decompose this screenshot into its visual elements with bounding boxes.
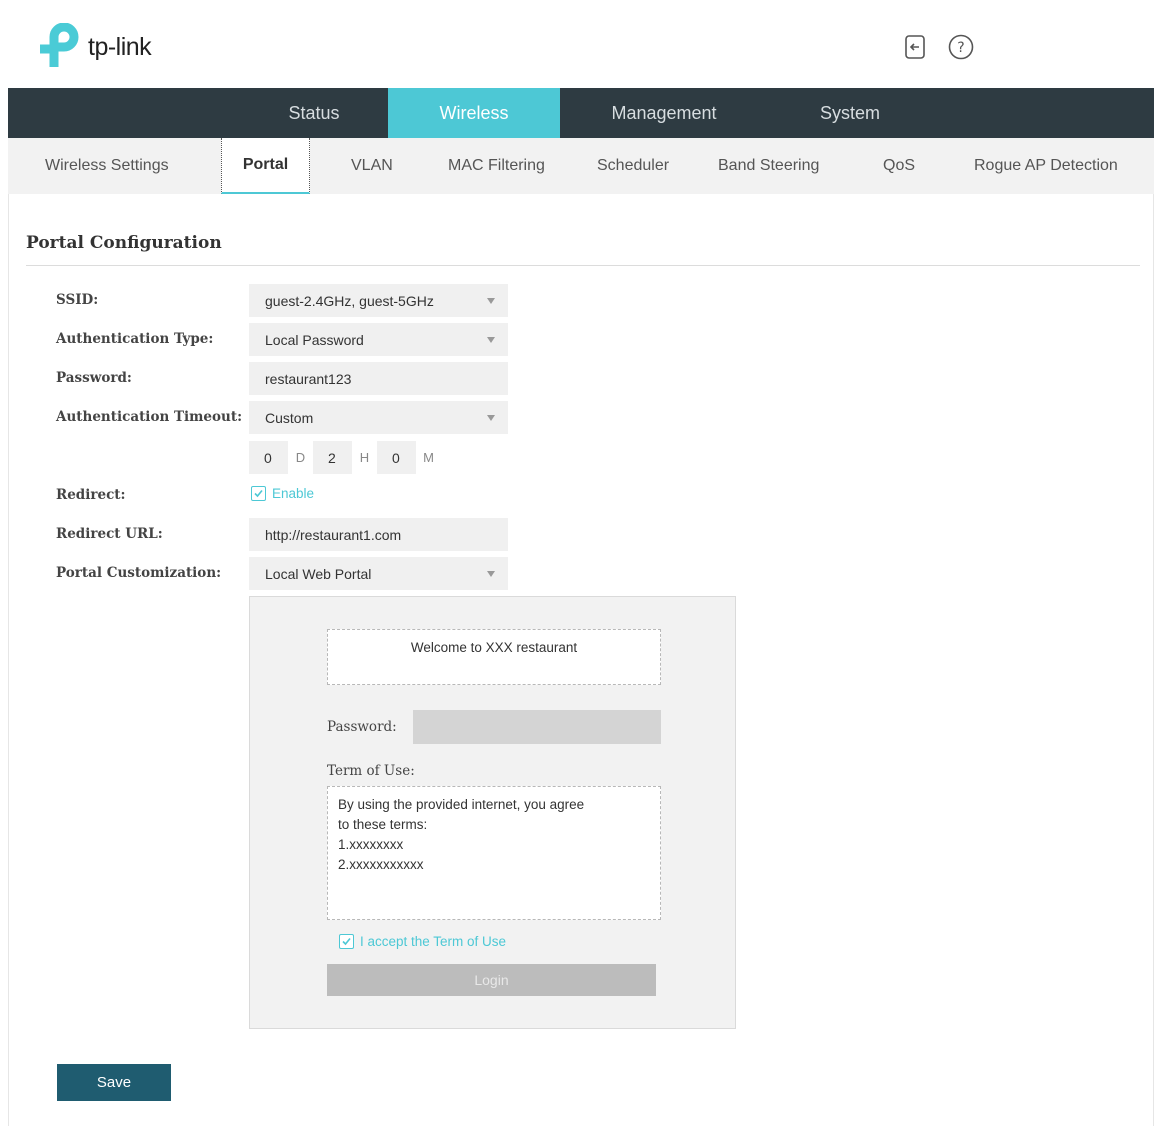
chevron-down-icon [487,298,495,304]
terms-text-box[interactable]: By using the provided internet, you agre… [327,786,661,920]
main-nav: Status Wireless Management System [8,88,1154,138]
tp-link-logo-icon [40,23,79,67]
tab-wireless-settings[interactable]: Wireless Settings [45,138,169,194]
save-button[interactable]: Save [57,1064,171,1101]
ssid-value: guest-2.4GHz, guest-5GHz [265,292,434,309]
section-title: Portal Configuration [26,233,222,253]
password-input[interactable]: restaurant123 [249,362,508,395]
tab-vlan[interactable]: VLAN [351,138,393,194]
checkbox-checked-icon [251,486,266,501]
auth-timeout-value: Custom [265,409,314,426]
terms-line: 2.xxxxxxxxxxx [338,857,424,872]
hours-input[interactable]: 2 [313,441,352,474]
portal-customization-select[interactable]: Local Web Portal [249,557,508,590]
ssid-select[interactable]: guest-2.4GHz, guest-5GHz [249,284,508,317]
chevron-down-icon [487,571,495,577]
tab-band-steering[interactable]: Band Steering [718,138,819,194]
auth-type-label: Authentication Type: [56,331,214,347]
nav-management[interactable]: Management [560,88,768,138]
custom-timeout-row: 0 D 2 H 0 M [249,441,441,474]
hours-unit: H [359,450,370,465]
section-divider [26,265,1140,266]
portal-customization-value: Local Web Portal [265,565,372,582]
minutes-unit: M [423,450,434,465]
svg-text:?: ? [957,40,964,56]
header: tp-link ? [8,0,1154,88]
accept-terms-checkbox[interactable]: I accept the Term of Use [339,934,506,949]
login-button[interactable]: Login [327,964,656,996]
portal-preview: Welcome to XXX restaurant Password: Term… [249,596,736,1029]
terms-line: 1.xxxxxxxx [338,837,404,852]
tab-mac-filtering[interactable]: MAC Filtering [448,138,545,194]
logo-text: tp-link [88,32,152,61]
terms-line: to these terms: [338,817,428,832]
tab-rogue-ap-detection[interactable]: Rogue AP Detection [974,138,1118,194]
chevron-down-icon [487,415,495,421]
auth-type-select[interactable]: Local Password [249,323,508,356]
preview-password-label: Password: [327,719,397,735]
checkbox-checked-icon [339,934,354,949]
logout-icon[interactable] [902,33,928,61]
terms-label: Term of Use: [327,763,415,779]
auth-timeout-select[interactable]: Custom [249,401,508,434]
minutes-input[interactable]: 0 [377,441,416,474]
nav-system[interactable]: System [768,88,932,138]
portal-customization-label: Portal Customization: [56,565,222,581]
welcome-message-box[interactable]: Welcome to XXX restaurant [327,629,661,685]
password-value: restaurant123 [265,370,352,387]
nav-status[interactable]: Status [240,88,388,138]
redirect-url-value: http://restaurant1.com [265,526,402,543]
redirect-enable-checkbox[interactable]: Enable [251,486,314,501]
password-label: Password: [56,370,132,386]
redirect-label: Redirect: [56,487,126,503]
auth-timeout-label: Authentication Timeout: [56,409,243,425]
redirect-url-input[interactable]: http://restaurant1.com [249,518,508,551]
accept-terms-label: I accept the Term of Use [360,934,507,949]
auth-type-value: Local Password [265,331,364,348]
days-unit: D [295,450,306,465]
redirect-url-label: Redirect URL: [56,526,163,542]
help-icon[interactable]: ? [948,33,974,61]
tab-scheduler[interactable]: Scheduler [597,138,669,194]
tp-link-logo[interactable]: tp-link [36,23,152,70]
days-input[interactable]: 0 [249,441,288,474]
ssid-label: SSID: [56,292,99,308]
redirect-enable-label: Enable [272,486,315,501]
nav-wireless[interactable]: Wireless [388,88,560,138]
terms-line: By using the provided internet, you agre… [338,797,585,812]
sub-nav: Wireless Settings Portal VLAN MAC Filter… [8,138,1154,194]
chevron-down-icon [487,337,495,343]
tab-portal[interactable]: Portal [221,138,310,194]
tab-qos[interactable]: QoS [883,138,915,194]
preview-password-input[interactable] [413,710,661,744]
